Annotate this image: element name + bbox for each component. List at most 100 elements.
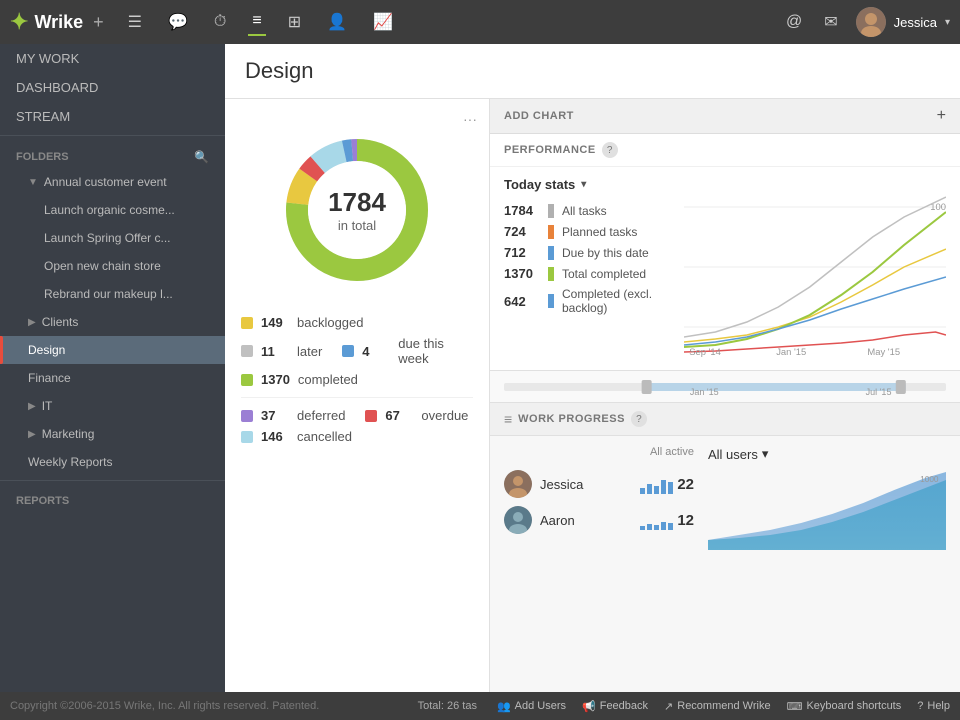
right-icons: @ ✉ Jessica ▾ [782,7,950,37]
sidebar-item-it[interactable]: ▶ IT [0,392,225,420]
sidebar-item-clients[interactable]: ▶ Clients [0,308,225,336]
folders-search-icon[interactable]: 🔍 [194,150,209,164]
add-chart-button[interactable]: + [937,107,946,125]
performance-header: PERFORMANCE ? [490,134,960,167]
all-users-button[interactable]: All users ▾ [708,446,946,462]
perf-stat-all-tasks: 1784 All tasks [504,200,674,221]
sidebar-item-annual-customer-event[interactable]: ▼ Annual customer event [0,168,225,196]
add-button[interactable]: + [93,12,104,33]
sidebar-item-stream[interactable]: STREAM [0,102,225,131]
today-stats-header: Today stats ▾ [504,177,674,192]
perf-stat-completed-excl: 642 Completed (excl. backlog) [504,284,674,318]
today-stats-dropdown-icon[interactable]: ▾ [581,179,586,190]
aaron-bar-5 [668,523,673,530]
users-list: All active Jessica [504,446,694,553]
main-layout: MY WORK DASHBOARD STREAM FOLDERS 🔍 ▼ Ann… [0,44,960,692]
nav-grid-icon[interactable]: ⊞ [284,8,305,36]
work-progress-header: ≡ WORK PROGRESS ? [490,403,960,436]
add-users-icon: 👥 [497,700,511,713]
app-logo[interactable]: ✦ Wrike [10,9,83,35]
cancelled-color [241,431,253,443]
it-arrow-icon: ▶ [28,401,36,412]
jessica-bar-area: 22 [640,474,694,494]
add-users-action[interactable]: 👥 Add Users [497,700,566,713]
due-tasks-bar [548,246,554,260]
clients-arrow-icon: ▶ [28,317,36,328]
jessica-bar-5 [668,482,673,494]
stat-cancelled: 146 cancelled [241,429,473,444]
stat-later-due: 11 later 4 due this week [241,336,473,366]
work-progress-bars-icon: ≡ [504,411,512,427]
help-icon: ? [917,700,923,712]
bottom-actions: 👥 Add Users 📢 Feedback ↗ Recommend Wrike… [497,700,950,713]
aaron-bar-4 [661,522,666,530]
user-row-jessica: Jessica 22 [504,466,694,502]
panel-options-icon[interactable]: ··· [463,111,477,127]
performance-help-icon[interactable]: ? [602,142,618,158]
nav-icons: ☰ 💬 ⏱ ≡ ⊞ 👤 📈 [124,8,782,36]
backlogged-color [241,317,253,329]
all-active-label: All active [504,446,694,458]
work-progress-body: All active Jessica [490,436,960,563]
aaron-bar-1 [640,526,645,530]
at-icon[interactable]: @ [782,9,806,35]
user-menu[interactable]: Jessica ▾ [856,7,950,37]
content-header: Design [225,44,960,99]
reports-section-header: REPORTS [0,485,225,511]
svg-text:1000: 1000 [920,475,939,484]
user-chevron-icon: ▾ [945,17,950,28]
sidebar-item-open-chain[interactable]: Open new chain store [0,252,225,280]
perf-stat-planned: 724 Planned tasks [504,221,674,242]
jessica-mini-bars [640,474,673,494]
all-users-chart: All users ▾ [708,446,946,553]
work-progress-title: WORK PROGRESS [518,413,625,425]
due-color [342,345,354,357]
sidebar-item-rebrand[interactable]: Rebrand our makeup l... [0,280,225,308]
recommend-action[interactable]: ↗ Recommend Wrike [664,700,771,713]
donut-chart: 1784 in total [272,125,442,295]
keyboard-icon: ⌨ [787,700,803,713]
nav-chart-icon[interactable]: 📈 [369,8,397,36]
sidebar: MY WORK DASHBOARD STREAM FOLDERS 🔍 ▼ Ann… [0,44,225,692]
performance-section: PERFORMANCE ? Today stats ▾ 1784 [490,134,960,403]
perf-stat-completed: 1370 Total completed [504,263,674,284]
feedback-action[interactable]: 📢 Feedback [582,700,648,713]
add-chart-label: ADD CHART [504,110,574,122]
nav-timer-icon[interactable]: ⏱ [210,9,230,35]
nav-list-icon[interactable]: ≡ [248,8,265,36]
sidebar-item-weekly-reports[interactable]: Weekly Reports [0,448,225,476]
performance-chart: 1000 [684,177,946,360]
performance-stats: Today stats ▾ 1784 All tasks 724 [504,177,674,360]
work-progress-help-icon[interactable]: ? [631,411,647,427]
nav-comment-icon[interactable]: 💬 [164,8,192,36]
nav-user-icon[interactable]: 👤 [323,8,351,36]
nav-menu-icon[interactable]: ☰ [124,8,146,36]
sidebar-item-design[interactable]: Design [0,336,225,364]
svg-text:Jan '15: Jan '15 [776,347,806,357]
sidebar-item-dashboard[interactable]: DASHBOARD [0,73,225,102]
sidebar-item-launch-organic[interactable]: Launch organic cosme... [0,196,225,224]
performance-body: Today stats ▾ 1784 All tasks 724 [490,167,960,370]
aaron-avatar [504,506,532,534]
sidebar-item-my-work[interactable]: MY WORK [0,44,225,73]
help-action[interactable]: ? Help [917,700,950,713]
sidebar-item-finance[interactable]: Finance [0,364,225,392]
svg-text:Sep '14: Sep '14 [689,347,721,357]
top-nav: ✦ Wrike + ☰ 💬 ⏱ ≡ ⊞ 👤 📈 @ ✉ Jessica ▾ [0,0,960,44]
expand-arrow-icon: ▼ [28,177,38,188]
svg-text:Jan '15: Jan '15 [690,387,719,397]
all-users-dropdown-icon: ▾ [762,446,769,462]
keyboard-action[interactable]: ⌨ Keyboard shortcuts [787,700,902,713]
svg-text:May '15: May '15 [867,347,900,357]
aaron-name: Aaron [540,513,632,528]
recommend-icon: ↗ [664,700,673,713]
mail-icon[interactable]: ✉ [820,8,841,36]
folders-section-header: FOLDERS 🔍 [0,140,225,168]
sidebar-item-marketing[interactable]: ▶ Marketing [0,420,225,448]
app-name: Wrike [34,12,83,33]
perf-stat-due: 712 Due by this date [504,242,674,263]
performance-title: PERFORMANCE [504,144,596,156]
stats-divider [241,397,473,398]
sidebar-item-launch-spring[interactable]: Launch Spring Offer c... [0,224,225,252]
jessica-count: 22 [677,476,694,493]
